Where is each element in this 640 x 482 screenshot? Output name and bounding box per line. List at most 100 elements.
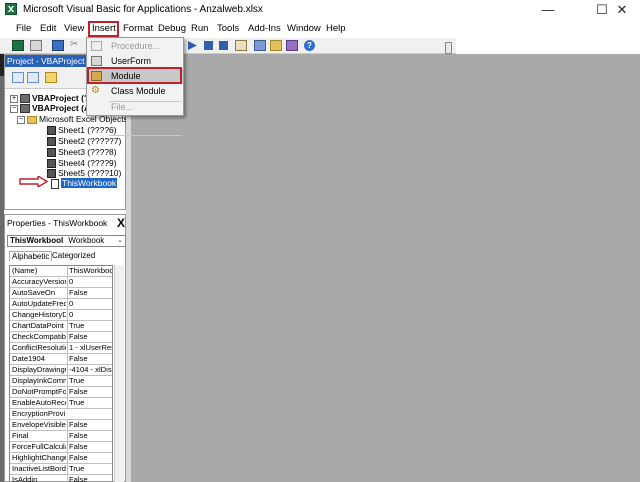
property-value[interactable]: False — [67, 420, 112, 430]
property-value[interactable]: 0 — [67, 299, 112, 309]
property-value[interactable]: False — [67, 475, 112, 482]
break-icon[interactable] — [204, 41, 213, 50]
object-browser-icon[interactable] — [286, 40, 298, 51]
project-2-label: VBAProject (A — [32, 103, 91, 113]
menu-item-procedure[interactable]: Procedure... — [87, 39, 183, 54]
expand-icon[interactable]: + — [10, 94, 18, 103]
tree-sheet-2[interactable]: Sheet2 (?????7) — [47, 136, 121, 147]
property-value[interactable]: False — [67, 354, 112, 364]
property-name: EnableAutoReco — [12, 398, 66, 407]
property-row[interactable]: HighlightChange False — [10, 453, 112, 464]
red-arrow-icon — [19, 176, 49, 187]
property-name: HighlightChange — [12, 453, 66, 462]
property-row[interactable]: ChangeHistoryD 0 — [10, 310, 112, 321]
properties-scrollbar[interactable] — [114, 265, 124, 482]
tree-project-1[interactable]: + VBAProject (? — [10, 93, 89, 104]
property-row[interactable]: EnvelopeVisible False — [10, 420, 112, 431]
insert-userform-icon[interactable] — [30, 40, 42, 51]
property-value[interactable]: False — [67, 332, 112, 342]
property-value[interactable]: False — [67, 288, 112, 298]
reset-icon[interactable] — [219, 41, 228, 50]
thisworkbook-label: ThisWorkbook — [61, 178, 118, 188]
menu-item-file[interactable]: File... — [87, 100, 183, 115]
property-value[interactable]: True — [67, 398, 112, 408]
menu-tools[interactable]: Tools — [217, 23, 239, 34]
property-row[interactable]: AccuracyVersion 0 — [10, 277, 112, 288]
property-value[interactable]: True — [67, 376, 112, 386]
toggle-folders-icon[interactable] — [45, 72, 57, 83]
property-row[interactable]: IsAddin False — [10, 475, 112, 482]
collapse-icon[interactable]: − — [17, 115, 25, 124]
sheet-label: Sheet4 (????9) — [58, 158, 117, 168]
object-selector[interactable]: ThisWorkbool Workbook ⌄ — [7, 235, 126, 247]
property-value[interactable]: True — [67, 321, 112, 331]
property-row[interactable]: CheckCompatibil False — [10, 332, 112, 343]
menu-file[interactable]: File — [16, 23, 31, 34]
property-name: InactiveListBord — [12, 464, 66, 473]
property-row[interactable]: DisplayInkComm True — [10, 376, 112, 387]
property-name: Date1904 — [12, 354, 45, 363]
menu-debug[interactable]: Debug — [158, 23, 186, 34]
object-type: Workbook — [68, 236, 105, 245]
property-value[interactable]: False — [67, 431, 112, 441]
property-value[interactable]: ThisWorkbook — [67, 266, 112, 276]
view-excel-icon[interactable] — [12, 40, 24, 51]
cut-icon[interactable]: ✂ — [70, 40, 78, 51]
property-row[interactable]: DoNotPromptFo False — [10, 387, 112, 398]
tree-project-2[interactable]: − VBAProject (A — [10, 103, 91, 114]
property-row[interactable]: InactiveListBord True — [10, 464, 112, 475]
run-icon[interactable] — [188, 41, 197, 50]
menu-run[interactable]: Run — [191, 23, 208, 34]
tab-alphabetic[interactable]: Alphabetic — [9, 251, 53, 261]
view-object-icon[interactable] — [27, 72, 39, 83]
menu-help[interactable]: Help — [326, 23, 346, 34]
chevron-down-icon[interactable]: ⌄ — [117, 236, 123, 246]
tree-sheet-4[interactable]: Sheet4 (????9) — [47, 158, 117, 169]
properties-window-icon[interactable] — [270, 40, 282, 51]
property-row[interactable]: EncryptionProvi — [10, 409, 112, 420]
property-row[interactable]: Date1904 False — [10, 354, 112, 365]
property-value[interactable]: -4104 - xlDispl — [67, 365, 112, 375]
property-name: EnvelopeVisible — [12, 420, 66, 429]
property-value[interactable]: True — [67, 464, 112, 474]
collapse-icon[interactable]: − — [10, 104, 18, 113]
property-value[interactable]: False — [67, 453, 112, 463]
view-code-icon[interactable] — [12, 72, 24, 83]
property-row[interactable]: AutoUpdateFreq 0 — [10, 299, 112, 310]
toolbar-empty-area — [456, 38, 640, 54]
property-value[interactable]: False — [67, 387, 112, 397]
menu-edit[interactable]: Edit — [40, 23, 56, 34]
property-row[interactable]: Final False — [10, 431, 112, 442]
menu-item-class-module[interactable]: ⚙ Class Module — [87, 84, 183, 99]
tree-sheet-3[interactable]: Sheet3 (????8) — [47, 147, 117, 158]
menu-window[interactable]: Window — [287, 23, 321, 34]
tree-sheet-1[interactable]: Sheet1 (????6) — [47, 125, 117, 136]
save-icon[interactable] — [52, 40, 64, 51]
tab-categorized[interactable]: Categorized — [52, 251, 95, 260]
procedure-label: Procedure... — [111, 41, 161, 51]
project-explorer-icon[interactable] — [254, 40, 266, 51]
property-value[interactable]: 0 — [67, 310, 112, 320]
window-title: Microsoft Visual Basic for Applications … — [23, 4, 263, 15]
menu-view[interactable]: View — [64, 23, 84, 34]
tree-thisworkbook[interactable]: ThisWorkbook — [51, 178, 118, 189]
property-row[interactable]: (Name) ThisWorkbook — [10, 266, 112, 277]
property-value[interactable]: 0 — [67, 277, 112, 287]
property-row[interactable]: ChartDataPoint True — [10, 321, 112, 332]
menu-format[interactable]: Format — [123, 23, 153, 34]
toolbar-grip[interactable] — [445, 42, 452, 54]
property-row[interactable]: DisplayDrawingO -4104 - xlDispl — [10, 365, 112, 376]
property-row[interactable]: AutoSaveOn False — [10, 288, 112, 299]
property-value[interactable]: False — [67, 442, 112, 452]
property-row[interactable]: ConflictResolutio1 - xlUserReso — [10, 343, 112, 354]
design-mode-icon[interactable] — [235, 40, 247, 51]
property-value[interactable]: 1 - xlUserReso — [67, 343, 112, 353]
tree-sheet-5[interactable]: Sheet5 (????10) — [47, 168, 121, 179]
menu-add-ins[interactable]: Add-Ins — [248, 23, 281, 34]
close-button[interactable]: ✕ — [604, 0, 640, 20]
property-row[interactable]: ForceFullCalcula False — [10, 442, 112, 453]
menu-separator — [109, 135, 181, 136]
minimize-button[interactable]: — — [530, 0, 566, 20]
property-row[interactable]: EnableAutoReco True — [10, 398, 112, 409]
help-icon[interactable]: ? — [304, 40, 315, 51]
